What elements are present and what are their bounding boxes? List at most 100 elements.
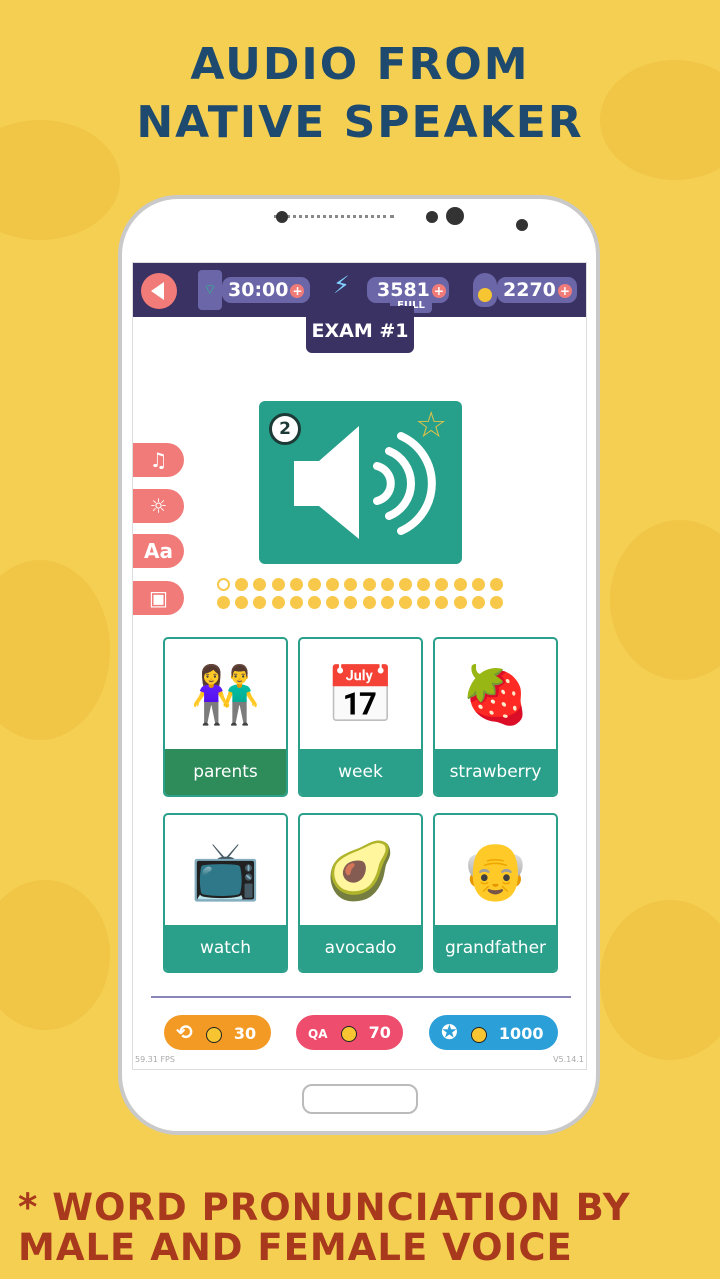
- progress-dot: [253, 596, 267, 609]
- progress-dot: [417, 596, 431, 609]
- progress-dot: [435, 596, 449, 609]
- app-screen: ⌔ 30:00+ ⚡ 3581+ FULL 2270+ EXAM #1 2 ☆ …: [132, 262, 587, 1070]
- progress-dot: [217, 596, 230, 609]
- progress-dot: [453, 596, 467, 609]
- answer-card[interactable]: 👫 parents: [163, 637, 288, 797]
- day-night-button[interactable]: ☼: [133, 489, 184, 523]
- powerup-cost: 1000: [498, 1024, 544, 1043]
- progress-dot: [235, 578, 249, 591]
- timer-value: 30:00: [228, 279, 289, 301]
- progress-dot: [380, 578, 394, 591]
- lightning-cloud-icon: ⚡: [333, 271, 350, 299]
- footer-line1: * WORD PRONUNCIATION BY: [18, 1186, 631, 1229]
- answer-card[interactable]: 📺 watch: [163, 813, 288, 973]
- answer-label: grandfather: [435, 925, 556, 971]
- energy-value: 3581: [377, 279, 430, 301]
- answer-image: 📺: [190, 839, 261, 904]
- answer-image: 🍓: [460, 663, 531, 728]
- progress-dot: [326, 578, 340, 591]
- star-outline-icon[interactable]: ☆: [415, 405, 447, 446]
- answer-card[interactable]: 🍓 strawberry: [433, 637, 558, 797]
- progress-dot: [344, 596, 358, 609]
- timer-pill[interactable]: 30:00 +: [222, 277, 310, 303]
- answer-label: strawberry: [435, 749, 556, 795]
- music-off-icon: ♫: [149, 448, 168, 472]
- plus-icon: +: [290, 283, 305, 298]
- progress-dot: [362, 578, 376, 591]
- progress-dot: [289, 578, 303, 591]
- powerup-cost: 70: [368, 1023, 391, 1042]
- progress-dot: [435, 578, 449, 591]
- progress-dot: [399, 578, 412, 591]
- progress-dot: [362, 596, 376, 609]
- progress-dot: [380, 596, 394, 609]
- sensor: [276, 211, 288, 223]
- award-icon: ✪: [441, 1020, 458, 1044]
- footer-line2: MALE AND FEMALE VOICE: [18, 1226, 573, 1269]
- wifi-phone-icon: ⌔: [198, 270, 222, 310]
- coins-value: 2270: [503, 279, 556, 301]
- sensor: [516, 219, 528, 231]
- answer-card[interactable]: 🥑 avocado: [298, 813, 423, 973]
- exam-title: EXAM #1: [306, 306, 414, 353]
- answer-card[interactable]: 👴 grandfather: [433, 813, 558, 973]
- progress-dot: [253, 578, 267, 591]
- image-toggle-button[interactable]: ▣: [133, 581, 184, 615]
- progress-dot: [271, 578, 285, 591]
- coins-pill[interactable]: 2270 +: [497, 277, 577, 303]
- progress-dot: [399, 596, 412, 609]
- progress-dot: [453, 578, 467, 591]
- speaker-grille: [274, 215, 394, 221]
- font-size-icon: Aa: [144, 539, 173, 563]
- time-rewind-icon: ⟲: [176, 1020, 193, 1044]
- divider: [151, 996, 571, 998]
- coin-icon: [341, 1025, 358, 1042]
- plus-icon: +: [557, 283, 572, 298]
- progress-dot: [344, 578, 358, 591]
- day-night-icon: ☼: [149, 494, 168, 518]
- font-size-button[interactable]: Aa: [133, 534, 184, 568]
- progress-dot: [235, 596, 249, 609]
- answer-label: watch: [165, 925, 286, 971]
- powerup-button[interactable]: ✪ 1000: [429, 1015, 558, 1050]
- back-arrow-icon: [151, 282, 164, 300]
- qa-icon: QA: [308, 1027, 328, 1041]
- audio-play-card[interactable]: 2 ☆: [259, 401, 462, 564]
- progress-dot: [490, 578, 503, 591]
- progress-dot: [326, 596, 340, 609]
- headline-line2: NATIVE SPEAKER: [136, 97, 584, 148]
- camera: [446, 207, 464, 225]
- progress-dot: [471, 578, 485, 591]
- sensor: [426, 211, 438, 223]
- image-icon: ▣: [149, 586, 168, 610]
- progress-dot: [417, 578, 431, 591]
- home-button[interactable]: [302, 1084, 418, 1114]
- answer-image: 🥑: [325, 839, 396, 904]
- back-button[interactable]: [141, 273, 177, 309]
- fps-readout: 59.31 FPS: [135, 1055, 175, 1064]
- progress-dot: [217, 578, 230, 591]
- version-label: V5.14.1: [553, 1055, 584, 1064]
- answer-card[interactable]: 📅 week: [298, 637, 423, 797]
- answer-label: week: [300, 749, 421, 795]
- progress-dot: [289, 596, 303, 609]
- coin-icon: [206, 1026, 223, 1043]
- progress-dot: [308, 578, 321, 591]
- answer-image: 📅: [325, 663, 396, 728]
- progress-dot: [271, 596, 285, 609]
- progress-dot: [308, 596, 321, 609]
- headline-line1: AUDIO FROM: [190, 39, 530, 90]
- powerup-button[interactable]: ⟲ 30: [164, 1015, 271, 1050]
- answer-label: avocado: [300, 925, 421, 971]
- powerup-button[interactable]: QA 70: [296, 1015, 403, 1050]
- progress-dot: [471, 596, 485, 609]
- answer-image: 👫: [190, 663, 261, 728]
- progress-dot: [490, 596, 503, 609]
- music-off-button[interactable]: ♫: [133, 443, 184, 477]
- powerup-cost: 30: [233, 1024, 257, 1043]
- plus-icon: +: [431, 283, 446, 298]
- answer-label: parents: [165, 749, 286, 795]
- money-bag-icon: [473, 273, 497, 307]
- coin-icon: [471, 1026, 488, 1043]
- answer-image: 👴: [460, 839, 531, 904]
